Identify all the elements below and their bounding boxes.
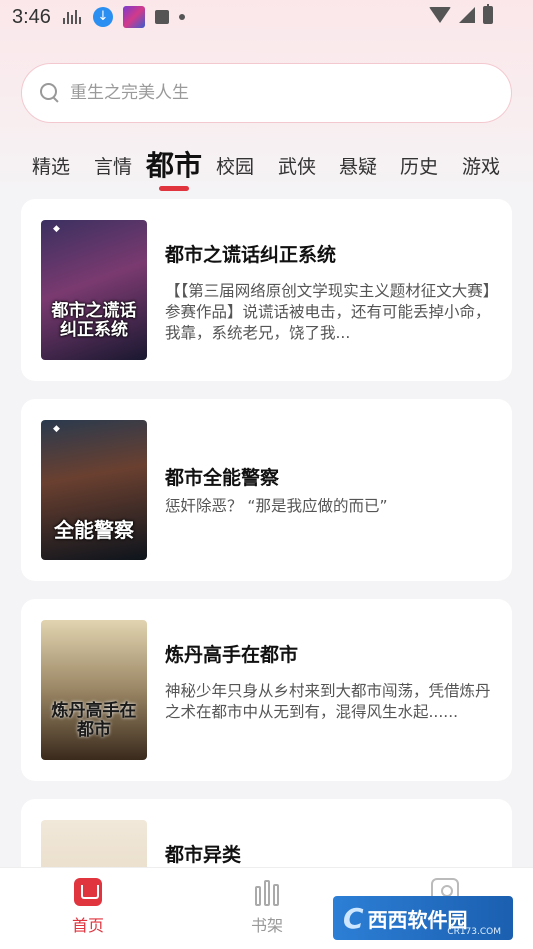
cover-title: 炼丹高手在都市 (51, 701, 137, 740)
book-description: 惩奸除恶？ “那是我应做的而已” (165, 497, 388, 515)
active-tab-indicator (159, 186, 189, 191)
tab-wuxia[interactable]: 武侠 (278, 152, 316, 179)
book-cover[interactable]: ◆ 都市之谎话纠正系统 (41, 220, 147, 360)
audio-wave-icon (62, 10, 83, 24)
book-description: 【【第三届网络原创文学现实主义题材征文大赛】参赛作品】说谎话被电击，还有可能丢掉… (165, 282, 491, 342)
bookshelf-icon (253, 878, 281, 906)
app-notification-icon (122, 6, 145, 28)
home-icon (74, 878, 102, 906)
category-tabs: 精选 言情 都市 校园 武侠 悬疑 历史 游戏 (0, 140, 533, 192)
battery-icon (483, 4, 493, 24)
cover-title: 都市之谎话纠正系统 (51, 301, 137, 340)
cellular-signal-icon (459, 7, 475, 23)
book-description: 神秘少年只身从乡村来到大都市闯荡，凭借炼丹之术在都市中从无到有，混得风生水起..… (165, 682, 491, 721)
download-icon: ↓ (92, 7, 113, 27)
search-icon (40, 83, 60, 103)
tab-lishi[interactable]: 历史 (400, 152, 438, 179)
search-bar[interactable] (21, 63, 512, 123)
nav-label-bookshelf: 书架 (250, 916, 283, 935)
nav-label-home: 首页 (71, 916, 104, 935)
book-cover[interactable]: ◆ 全能警察 (41, 420, 147, 560)
book-title: 都市之谎话纠正系统 (165, 244, 337, 266)
book-card[interactable]: ◆ 都市之谎话纠正系统 都市之谎话纠正系统 【【第三届网络原创文学现实主义题材征… (21, 199, 512, 381)
wifi-icon (429, 7, 451, 23)
book-card[interactable]: 炼丹高手在都市 炼丹高手在都市 神秘少年只身从乡村来到大都市闯荡，凭借炼丹之术在… (21, 599, 512, 781)
nav-home[interactable]: 首页 (48, 878, 128, 936)
book-title: 都市全能警察 (165, 467, 280, 489)
status-bar: 3:46 ↓ (0, 0, 533, 34)
tab-dushi[interactable]: 都市 (146, 144, 202, 184)
nav-bookshelf[interactable]: 书架 (227, 878, 307, 936)
book-title: 炼丹高手在都市 (165, 644, 299, 666)
tab-xiaoyuan[interactable]: 校园 (216, 152, 254, 179)
status-time: 3:46 (12, 5, 51, 28)
more-notifications-dot-icon (178, 14, 185, 20)
search-input[interactable] (70, 83, 470, 103)
watermark-logo: C 西西软件园 CR173.COM (333, 896, 513, 940)
tab-youxi[interactable]: 游戏 (462, 152, 500, 179)
tab-xuanyi[interactable]: 悬疑 (339, 152, 377, 179)
note-icon (154, 10, 169, 24)
tab-jingxuan[interactable]: 精选 (32, 152, 70, 179)
publisher-badge-icon: ◆ (53, 424, 60, 434)
watermark-subtext: CR173.COM (447, 927, 501, 937)
publisher-badge-icon: ◆ (53, 224, 60, 234)
tab-yanqing[interactable]: 言情 (94, 152, 132, 179)
watermark-c-icon: C (343, 901, 364, 935)
book-cover[interactable]: 炼丹高手在都市 (41, 620, 147, 760)
cover-title: 全能警察 (54, 518, 134, 542)
book-title: 都市异类 (165, 844, 242, 866)
book-card[interactable]: ◆ 全能警察 都市全能警察 惩奸除恶？ “那是我应做的而已” (21, 399, 512, 581)
